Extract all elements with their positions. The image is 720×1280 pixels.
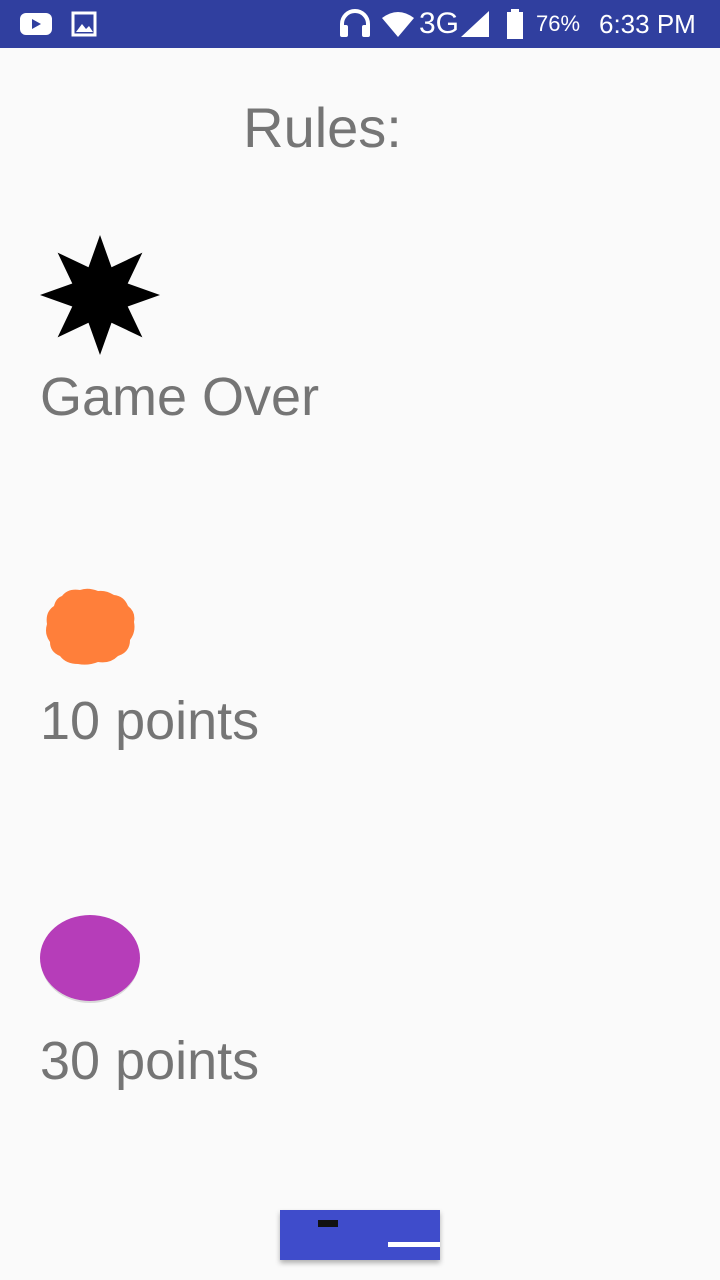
clock: 6:33 PM	[599, 9, 696, 39]
purple-ball-icon	[40, 915, 140, 1005]
black-star-bomb-icon	[40, 235, 160, 355]
orange-blob-icon	[44, 588, 136, 666]
paddle[interactable]	[280, 1210, 440, 1260]
rule-label-10-points: 10 points	[40, 691, 260, 751]
battery-percentage: 76%	[536, 11, 581, 36]
network-type-label: 3G	[419, 7, 460, 40]
status-bar: 3G 76% 6:33 PM	[0, 0, 720, 48]
headset-icon	[335, 0, 375, 48]
paddle-stripe	[388, 1242, 440, 1247]
paddle-marker	[318, 1220, 338, 1227]
image-icon	[70, 0, 98, 48]
rule-label-30-points: 30 points	[40, 1031, 260, 1091]
rule-label-game-over: Game Over	[40, 367, 320, 427]
wifi-icon	[380, 0, 416, 48]
signal-icon	[458, 0, 492, 48]
page-title: Rules:	[243, 96, 402, 159]
youtube-icon	[18, 0, 54, 48]
battery-icon	[505, 0, 525, 48]
